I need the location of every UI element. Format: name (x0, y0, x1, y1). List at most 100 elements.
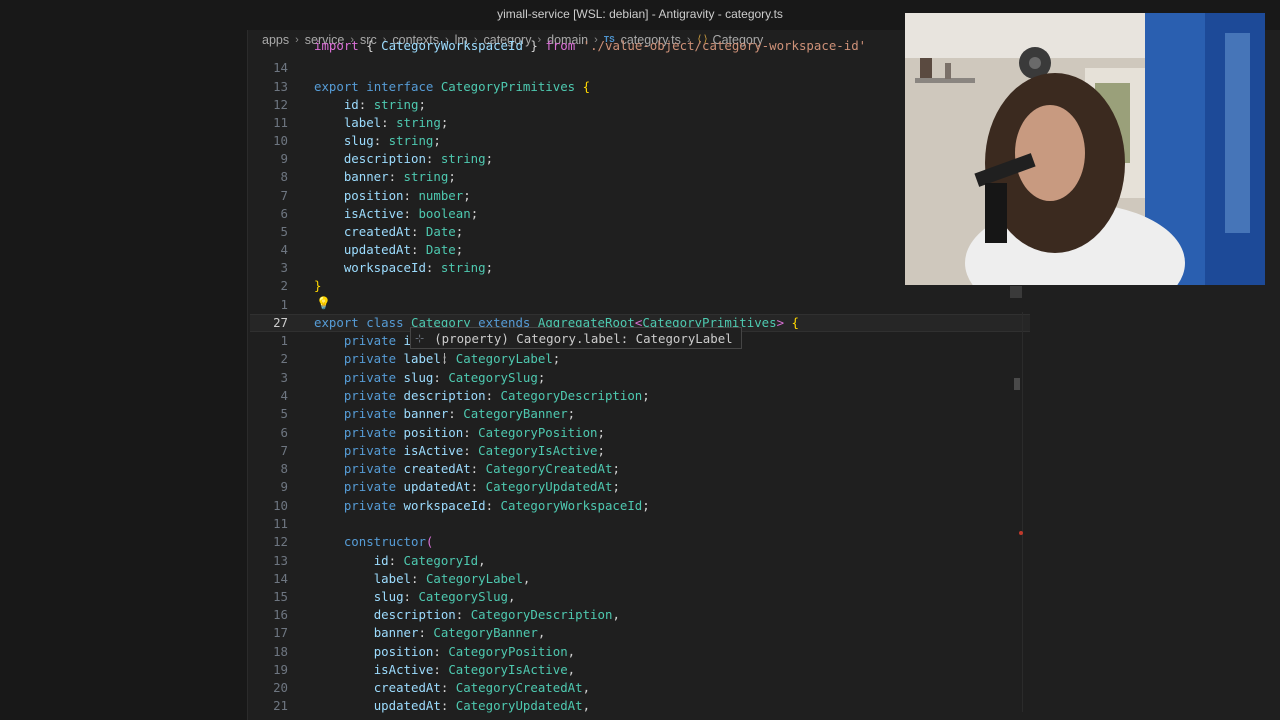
line-number: 7 (280, 443, 288, 458)
line-number: 8 (280, 461, 288, 476)
line-number: 19 (273, 662, 288, 677)
line-number: 4 (280, 388, 288, 403)
code-line[interactable]: 2 private label: CategoryLabel; (250, 350, 1030, 368)
code-text: private updatedAt: CategoryUpdatedAt; (343, 479, 620, 494)
code-text: private workspaceId: CategoryWorkspaceId… (343, 498, 650, 513)
code-text: private banner: CategoryBanner; (343, 406, 576, 421)
webcam-overlay (905, 13, 1265, 285)
line-number: 1 (280, 333, 288, 348)
pin-icon: ⊹ (415, 331, 425, 345)
code-line[interactable]: 9 private updatedAt: CategoryUpdatedAt; (250, 478, 1030, 496)
code-text: label: string; (343, 115, 449, 130)
code-text: slug: string; (343, 133, 441, 148)
code-text: banner: string; (343, 169, 456, 184)
code-text: createdAt: CategoryCreatedAt, (373, 680, 591, 695)
code-text: id: string; (343, 97, 426, 112)
code-text: position: number; (343, 188, 471, 203)
line-number: 3 (280, 370, 288, 385)
code-line[interactable]: 21 updatedAt: CategoryUpdatedAt, (250, 697, 1030, 715)
line-number: 12 (273, 97, 288, 112)
line-number: 14 (273, 571, 288, 586)
code-text: isActive: boolean; (343, 206, 479, 221)
line-number: 9 (280, 151, 288, 166)
code-text: updatedAt: Date; (343, 242, 464, 257)
line-number: 7 (280, 188, 288, 203)
code-text: private isActive: CategoryIsActive; (343, 443, 605, 458)
code-line[interactable]: 4 private description: CategoryDescripti… (250, 387, 1030, 405)
code-text: private description: CategoryDescription… (343, 388, 650, 403)
code-text: } (314, 278, 322, 293)
code-text: id: CategoryId, (373, 553, 486, 568)
line-number: 12 (273, 534, 288, 549)
code-text: slug: CategorySlug, (373, 589, 516, 604)
error-marker (1019, 531, 1023, 535)
code-text: label: CategoryLabel, (373, 571, 531, 586)
code-line[interactable]: 10 private workspaceId: CategoryWorkspac… (250, 497, 1030, 515)
line-number: 16 (273, 607, 288, 622)
code-line[interactable]: 20 createdAt: CategoryCreatedAt, (250, 679, 1030, 697)
line-number: 5 (280, 406, 288, 421)
code-text: updatedAt: CategoryUpdatedAt, (373, 698, 591, 713)
editor-ruler (1022, 312, 1023, 712)
text-cursor (444, 353, 445, 364)
code-text: import { CategoryWorkspaceId } from './v… (314, 38, 867, 53)
code-line[interactable]: 11 (250, 515, 1030, 533)
scrollbar-thumb[interactable] (1010, 286, 1022, 298)
code-text: createdAt: Date; (343, 224, 464, 239)
code-line[interactable]: 13 id: CategoryId, (250, 552, 1030, 570)
line-number: 3 (280, 260, 288, 275)
code-text: constructor( (343, 534, 434, 549)
hover-tooltip: ⊹ (property) Category.label: CategoryLab… (410, 327, 742, 349)
code-line[interactable]: 14 label: CategoryLabel, (250, 570, 1030, 588)
code-line[interactable]: 18 position: CategoryPosition, (250, 643, 1030, 661)
line-number: 5 (280, 224, 288, 239)
line-number: 11 (273, 115, 288, 130)
line-number: 20 (273, 680, 288, 695)
code-text: position: CategoryPosition, (373, 644, 576, 659)
line-number: 14 (273, 60, 288, 75)
code-line[interactable]: 16 description: CategoryDescription, (250, 606, 1030, 624)
side-panel (0, 30, 248, 720)
line-number: 2 (280, 278, 288, 293)
code-line[interactable]: 7 private isActive: CategoryIsActive; (250, 442, 1030, 460)
code-line[interactable]: 17 banner: CategoryBanner, (250, 624, 1030, 642)
code-text: isActive: CategoryIsActive, (373, 662, 576, 677)
line-number: 10 (273, 498, 288, 513)
code-line[interactable]: 19 isActive: CategoryIsActive, (250, 661, 1030, 679)
line-number: 15 (273, 589, 288, 604)
code-text: private position: CategoryPosition; (343, 425, 605, 440)
line-number: 1 (280, 297, 288, 312)
line-number: 13 (273, 79, 288, 94)
line-number: 10 (273, 133, 288, 148)
code-line[interactable]: 12 constructor( (250, 533, 1030, 551)
lightbulb-icon[interactable]: 💡 (316, 296, 331, 310)
overview-ruler-marker (1014, 378, 1020, 390)
code-line[interactable]: 15 slug: CategorySlug, (250, 588, 1030, 606)
hover-text: (property) Category.label: CategoryLabel (434, 330, 733, 346)
code-text: private label: CategoryLabel; (343, 351, 561, 366)
code-text: export interface CategoryPrimitives { (314, 79, 591, 94)
line-number: 13 (273, 553, 288, 568)
line-number: 4 (280, 242, 288, 257)
line-number: 11 (273, 516, 288, 531)
webcam-image (905, 13, 1265, 285)
code-text: private createdAt: CategoryCreatedAt; (343, 461, 620, 476)
code-text: private slug: CategorySlug; (343, 370, 546, 385)
line-number: 8 (280, 169, 288, 184)
code-text: description: CategoryDescription, (373, 607, 620, 622)
line-number: 2 (280, 351, 288, 366)
code-line[interactable]: 6 private position: CategoryPosition; (250, 424, 1030, 442)
code-text: banner: CategoryBanner, (373, 625, 546, 640)
line-number: 18 (273, 644, 288, 659)
code-line[interactable]: 1 (250, 296, 1030, 314)
line-number: 21 (273, 698, 288, 713)
code-text: description: string; (343, 151, 494, 166)
line-number: 9 (280, 479, 288, 494)
line-number: 6 (280, 425, 288, 440)
code-line[interactable]: 8 private createdAt: CategoryCreatedAt; (250, 460, 1030, 478)
code-line[interactable]: 5 private banner: CategoryBanner; (250, 405, 1030, 423)
code-line[interactable]: 3 private slug: CategorySlug; (250, 369, 1030, 387)
code-text: workspaceId: string; (343, 260, 494, 275)
line-number: 27 (273, 315, 288, 330)
line-number: 6 (280, 206, 288, 221)
